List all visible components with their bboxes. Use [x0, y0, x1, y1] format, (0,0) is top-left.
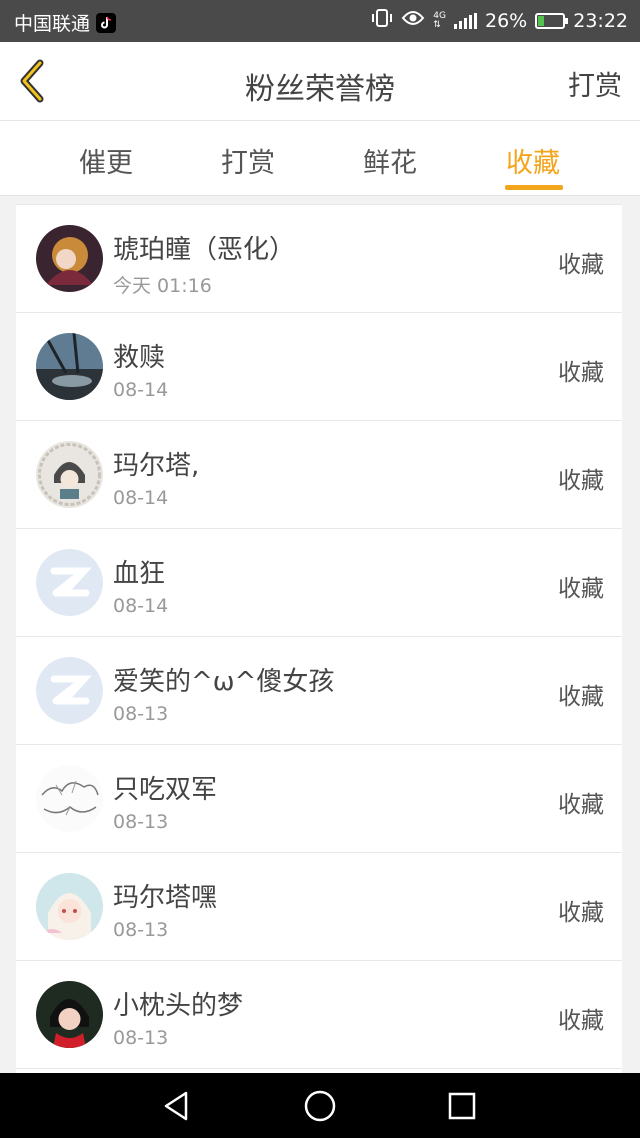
- network-type: 4G ⇅: [433, 10, 446, 30]
- battery-icon: [535, 12, 569, 29]
- battery-percent: 26%: [485, 9, 528, 32]
- avatar: [36, 549, 103, 616]
- tab-reward[interactable]: 打赏: [188, 141, 308, 180]
- nav-recents-button[interactable]: [445, 1089, 479, 1123]
- avatar: [36, 981, 103, 1048]
- fan-name: 救赎: [113, 343, 166, 373]
- list-item[interactable]: 玛尔塔, 08-14 收藏: [16, 421, 622, 529]
- action-label: 收藏: [558, 1008, 604, 1034]
- status-bar: 中国联通 4G ⇅ 26% 23:22: [0, 0, 640, 42]
- tab-bar: 催更 打赏 鲜花 收藏: [0, 121, 640, 196]
- fan-date: 08-14: [113, 487, 169, 509]
- avatar: [36, 873, 103, 940]
- circle-home-icon: [303, 1090, 337, 1127]
- fan-date: 08-13: [113, 811, 169, 833]
- avatar: [36, 765, 103, 832]
- fan-date: 08-14: [113, 595, 169, 617]
- action-label: 收藏: [558, 252, 604, 278]
- list-item[interactable]: 小枕头的梦 08-13 收藏: [16, 961, 622, 1069]
- list-item[interactable]: 只吃双军 08-13 收藏: [16, 745, 622, 853]
- fan-name: 血狂: [113, 559, 166, 589]
- list-item[interactable]: 琥珀瞳（恶化） 今天 01:16 收藏: [16, 205, 622, 313]
- tab-favorites[interactable]: 收藏: [473, 141, 593, 180]
- signal-icon: [454, 12, 477, 29]
- action-label: 收藏: [558, 468, 604, 494]
- tiktok-notification-icon: [96, 12, 117, 33]
- carrier-name: 中国联通: [14, 13, 91, 35]
- fan-date: 08-13: [113, 703, 169, 725]
- nav-back-button[interactable]: [160, 1089, 194, 1123]
- action-label: 收藏: [558, 792, 604, 818]
- action-label: 收藏: [558, 900, 604, 926]
- avatar: [36, 657, 103, 724]
- fan-name: 小枕头的梦: [113, 991, 244, 1021]
- reward-button[interactable]: 打赏: [568, 64, 622, 103]
- avatar: [36, 441, 103, 508]
- action-label: 收藏: [558, 360, 604, 386]
- tab-flowers[interactable]: 鲜花: [330, 141, 450, 180]
- tab-urge[interactable]: 催更: [46, 141, 166, 180]
- fan-list: 琥珀瞳（恶化） 今天 01:16 收藏 救赎 08-14 收藏 玛尔塔, 08-…: [16, 204, 622, 1073]
- fan-date: 08-13: [113, 1027, 169, 1049]
- triangle-back-icon: [160, 1091, 194, 1127]
- eye-comfort-icon: [401, 9, 425, 32]
- avatar: [36, 225, 103, 292]
- data-arrows-icon: ⇅: [433, 19, 441, 30]
- fan-date: 今天 01:16: [113, 275, 212, 297]
- list-item[interactable]: 玛尔塔嘿 08-13 收藏: [16, 853, 622, 961]
- fan-name: 琥珀瞳（恶化）: [113, 235, 296, 265]
- fan-name: 玛尔塔嘿: [113, 883, 218, 913]
- avatar: [36, 333, 103, 400]
- page-title: 粉丝荣誉榜: [245, 72, 395, 107]
- system-nav-bar: [0, 1073, 640, 1138]
- fan-name: 只吃双军: [113, 775, 218, 805]
- vibrate-icon: [371, 8, 393, 33]
- square-recents-icon: [445, 1092, 479, 1127]
- list-item[interactable]: 救赎 08-14 收藏: [16, 313, 622, 421]
- action-label: 收藏: [558, 576, 604, 602]
- status-left: 中国联通: [14, 9, 117, 36]
- clock: 23:22: [573, 9, 628, 32]
- active-tab-indicator: [505, 185, 563, 190]
- fan-name: 玛尔塔,: [113, 451, 200, 481]
- fan-date: 08-13: [113, 919, 169, 941]
- fan-date: 08-14: [113, 379, 169, 401]
- app-header: 粉丝荣誉榜 打赏: [0, 42, 640, 121]
- nav-home-button[interactable]: [303, 1089, 337, 1123]
- list-item[interactable]: 血狂 08-14 收藏: [16, 529, 622, 637]
- status-right: 4G ⇅ 26% 23:22: [371, 8, 628, 33]
- action-label: 收藏: [558, 684, 604, 710]
- list-item[interactable]: 爱笑的^ω^傻女孩 08-13 收藏: [16, 637, 622, 745]
- fan-name: 爱笑的^ω^傻女孩: [113, 667, 335, 697]
